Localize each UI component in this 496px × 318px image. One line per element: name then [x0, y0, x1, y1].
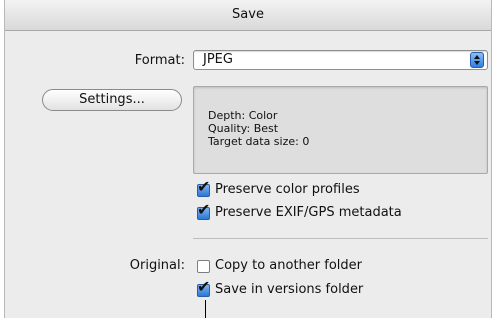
preserve-color-profiles-label[interactable]: Preserve color profiles [215, 182, 360, 197]
save-dialog: Save Format: JPEG Settings... Depth: Col… [4, 0, 492, 318]
preserve-exif-label[interactable]: Preserve EXIF/GPS metadata [215, 205, 402, 220]
target-size-info: Target data size: 0 [208, 135, 310, 148]
preserve-color-profiles-checkbox[interactable]: ✔ [197, 179, 210, 197]
original-label: Original: [129, 258, 185, 273]
checkmark-icon: ✔ [197, 177, 211, 196]
copy-to-folder-checkbox[interactable] [197, 260, 210, 273]
save-in-versions-label[interactable]: Save in versions folder [215, 282, 363, 297]
save-in-versions-checkbox[interactable]: ✔ [197, 279, 210, 297]
format-info-box: Depth: Color Quality: Best Target data s… [193, 86, 488, 174]
divider [193, 238, 488, 239]
quality-info: Quality: Best [208, 122, 279, 135]
depth-info: Depth: Color [208, 109, 278, 122]
callout-line [205, 300, 206, 318]
checkmark-icon: ✔ [197, 277, 211, 296]
chevron-up-down-icon[interactable] [470, 52, 484, 68]
format-value: JPEG [203, 52, 233, 67]
format-label: Format: [134, 53, 185, 68]
format-select[interactable]: JPEG [193, 50, 488, 70]
copy-to-folder-label[interactable]: Copy to another folder [215, 258, 362, 273]
checkmark-icon: ✔ [197, 200, 211, 219]
dialog-title: Save [5, 0, 491, 31]
preserve-exif-checkbox[interactable]: ✔ [197, 202, 210, 220]
settings-button[interactable]: Settings... [42, 89, 182, 111]
